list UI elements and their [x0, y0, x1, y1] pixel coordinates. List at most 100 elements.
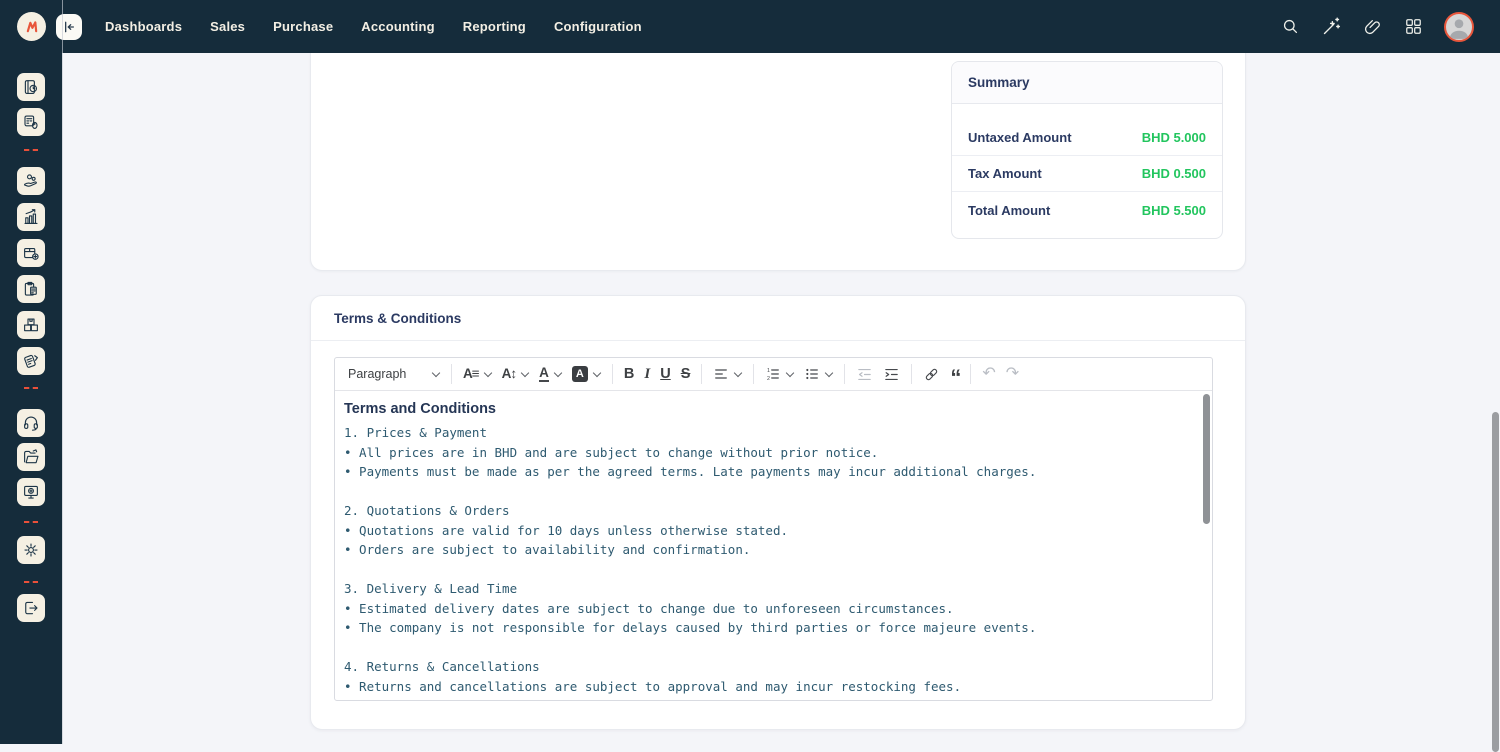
terms-line: • Orders are subject to availability and…	[344, 540, 1203, 560]
blockquote-button[interactable]: “	[945, 361, 964, 387]
bold-icon: B	[624, 367, 634, 382]
paragraph-style-dropdown[interactable]: Paragraph	[343, 361, 445, 387]
toolbar-separator	[911, 364, 912, 384]
tax-amount-value: BHD 0.500	[1142, 166, 1206, 181]
chevron-down-icon	[483, 368, 491, 376]
paperclip-icon[interactable]	[1363, 17, 1383, 37]
terms-line	[344, 638, 1203, 658]
nav-reporting[interactable]: Reporting	[463, 19, 526, 34]
nav-purchase[interactable]: Purchase	[273, 19, 333, 34]
total-amount-value: BHD 5.500	[1142, 203, 1206, 218]
sidebar-item-clipboard-report[interactable]	[17, 275, 45, 303]
bold-button[interactable]: B	[619, 361, 639, 387]
undo-button[interactable]: ↶	[977, 361, 1000, 387]
sidebar-item-reports-chart[interactable]	[17, 203, 45, 231]
nav-dashboards[interactable]: Dashboards	[105, 19, 182, 34]
link-icon	[923, 366, 940, 383]
ordered-list-dropdown[interactable]: 1 2	[760, 361, 799, 387]
sidebar-item-logout[interactable]	[17, 594, 45, 622]
italic-button[interactable]: I	[639, 361, 655, 387]
sidebar-item-documents[interactable]	[17, 443, 45, 471]
highlight-color-button[interactable]: A	[567, 361, 606, 387]
chevron-down-icon	[825, 368, 833, 376]
bullet-list-icon	[804, 366, 820, 382]
sidebar-item-billing[interactable]	[17, 347, 45, 375]
sidebar-item-settings[interactable]	[17, 536, 45, 564]
sidebar-item-sales[interactable]	[17, 167, 45, 195]
terms-line: • All prices are in BHD and are subject …	[344, 443, 1203, 463]
sidebar-item-calculator[interactable]	[17, 108, 45, 136]
editor-content-area[interactable]: Terms and Conditions 1. Prices & Payment…	[335, 392, 1212, 700]
user-avatar[interactable]	[1444, 12, 1474, 42]
total-amount-label: Total Amount	[968, 203, 1050, 218]
redo-icon: ↷	[1006, 366, 1019, 382]
sidebar-collapse-button[interactable]	[56, 14, 82, 40]
topbar-actions	[1281, 12, 1474, 42]
font-family-button[interactable]: A≡	[458, 361, 497, 387]
terms-line: 1. Prices & Payment	[344, 423, 1203, 443]
terms-line: • Quotations are valid for 10 days unles…	[344, 521, 1203, 541]
sidebar-item-inventory[interactable]	[17, 311, 45, 339]
apps-grid-icon[interactable]	[1404, 17, 1423, 36]
outdent-button[interactable]	[851, 361, 878, 387]
nav-sales[interactable]: Sales	[210, 19, 245, 34]
magic-wand-icon[interactable]	[1321, 16, 1342, 37]
text-color-button[interactable]: A	[534, 361, 567, 387]
strikethrough-button[interactable]: S	[676, 361, 696, 387]
nav-accounting[interactable]: Accounting	[361, 19, 435, 34]
terms-card-title: Terms & Conditions	[311, 296, 1245, 341]
terms-line: 2. Quotations & Orders	[344, 501, 1203, 521]
untaxed-amount-label: Untaxed Amount	[968, 130, 1072, 145]
sidebar-item-pos-monitor[interactable]	[17, 478, 45, 506]
chevron-down-icon	[521, 368, 529, 376]
text-align-dropdown[interactable]	[708, 361, 747, 387]
indent-icon	[883, 366, 900, 383]
toolbar-separator	[451, 364, 452, 384]
sidebar-divider	[24, 581, 38, 583]
svg-text:2: 2	[767, 376, 770, 382]
toolbar-separator	[612, 364, 613, 384]
sidebar-divider	[24, 521, 38, 523]
sidebar	[0, 53, 62, 744]
person-icon	[1446, 14, 1472, 40]
sidebar-item-support[interactable]	[17, 409, 45, 437]
toolbar-separator	[844, 364, 845, 384]
insert-link-button[interactable]	[918, 361, 945, 387]
page-scrollbar-thumb[interactable]	[1492, 412, 1499, 752]
rich-text-editor: Paragraph A≡ A↕ A A	[334, 357, 1213, 701]
terms-line	[344, 482, 1203, 502]
highlight-color-icon: A	[572, 366, 588, 382]
sidebar-item-journal[interactable]	[17, 73, 45, 101]
terms-line: • Payments must be made as per the agree…	[344, 462, 1203, 482]
terms-line	[344, 560, 1203, 580]
bullet-list-dropdown[interactable]	[799, 361, 838, 387]
chevron-down-icon	[786, 368, 794, 376]
terms-line: • Custom or special orders are non-refun…	[344, 696, 1203, 700]
editor-toolbar: Paragraph A≡ A↕ A A	[335, 358, 1212, 391]
svg-text:1: 1	[767, 368, 770, 374]
italic-icon: I	[644, 366, 650, 383]
indent-button[interactable]	[878, 361, 905, 387]
app-logo[interactable]	[17, 12, 46, 41]
blockquote-icon: “	[950, 374, 959, 383]
search-icon[interactable]	[1281, 17, 1300, 36]
paragraph-style-label: Paragraph	[348, 367, 406, 381]
summary-row-untaxed: Untaxed Amount BHD 5.000	[952, 120, 1222, 156]
nav-configuration[interactable]: Configuration	[554, 19, 642, 34]
font-size-button[interactable]: A↕	[497, 361, 535, 387]
redo-button[interactable]: ↷	[1001, 361, 1024, 387]
editor-scrollbar-thumb[interactable]	[1203, 394, 1210, 524]
sidebar-border	[62, 0, 63, 744]
logo-mark-icon	[22, 17, 42, 37]
chevron-down-icon	[734, 368, 742, 376]
sidebar-item-package-add[interactable]	[17, 239, 45, 267]
topbar: Dashboards Sales Purchase Accounting Rep…	[0, 0, 1500, 53]
chevron-down-icon	[593, 368, 601, 376]
ordered-list-icon: 1 2	[765, 366, 781, 382]
text-color-icon: A	[539, 366, 549, 383]
underline-button[interactable]: U	[655, 361, 675, 387]
terms-card: Terms & Conditions Paragraph A≡ A↕ A	[310, 295, 1246, 730]
toolbar-separator	[701, 364, 702, 384]
toolbar-separator	[970, 364, 971, 384]
sidebar-divider	[24, 387, 38, 389]
